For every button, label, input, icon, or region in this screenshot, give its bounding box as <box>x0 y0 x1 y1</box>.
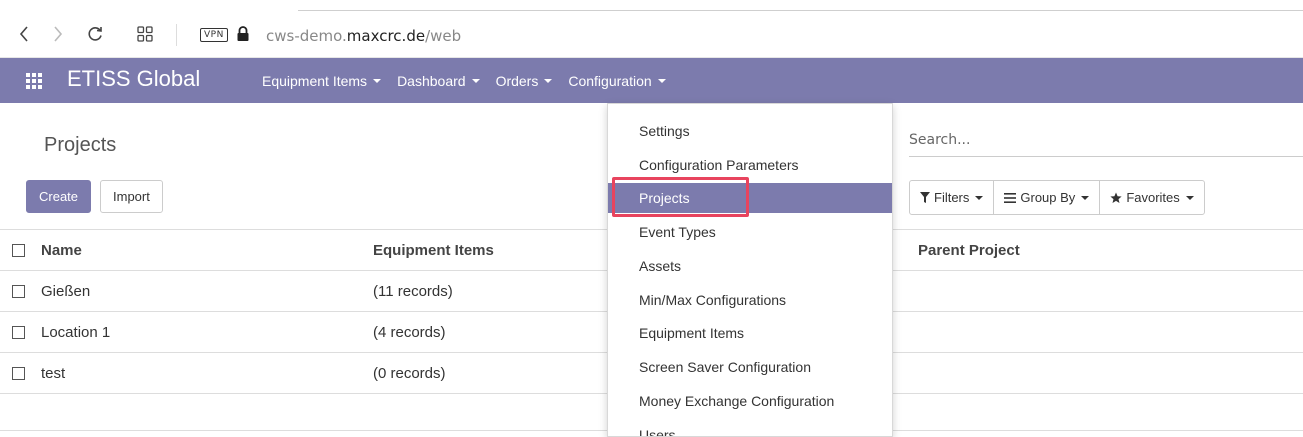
menu-item-configuration-parameters[interactable]: Configuration Parameters <box>608 150 892 180</box>
menu-item-event-types[interactable]: Event Types <box>608 217 892 247</box>
app-navbar: ETISS Global Equipment Items Dashboard O… <box>0 58 1303 103</box>
group-by-label: Group By <box>1020 190 1076 205</box>
url-prefix: cws-demo. <box>266 27 347 45</box>
tabs-grid-icon[interactable] <box>137 22 153 46</box>
search-placeholder: Search... <box>909 132 971 148</box>
url-domain: maxcrc.de <box>346 27 426 45</box>
brand-title[interactable]: ETISS Global <box>67 66 200 92</box>
cell-equipment-items: (11 records) <box>373 283 453 300</box>
create-button[interactable]: Create <box>26 180 92 213</box>
row-checkbox[interactable] <box>12 367 25 380</box>
address-bar[interactable]: cws-demo.maxcrc.de/web <box>266 27 461 45</box>
caret-down-icon <box>975 195 984 200</box>
menu-orders[interactable]: Orders <box>496 73 553 89</box>
cell-equipment-items: (0 records) <box>373 365 446 382</box>
menu-item-assets[interactable]: Assets <box>608 251 892 281</box>
vpn-badge[interactable]: VPN <box>200 28 228 42</box>
star-icon <box>1110 192 1122 203</box>
menu-item-money-exchange-configuration[interactable]: Money Exchange Configuration <box>608 386 892 416</box>
caret-down-icon <box>373 78 382 83</box>
main-menu: Equipment Items Dashboard Orders Configu… <box>262 58 682 103</box>
column-header-equipment-items[interactable]: Equipment Items <box>373 242 494 259</box>
menu-configuration[interactable]: Configuration <box>568 72 666 89</box>
lock-icon[interactable] <box>236 26 250 47</box>
column-header-name[interactable]: Name <box>41 242 82 259</box>
url-path: /web <box>425 27 462 45</box>
menu-label: Configuration <box>568 72 652 89</box>
cell-name: Gießen <box>41 283 91 300</box>
cell-name: Location 1 <box>41 324 111 341</box>
menu-item-screen-saver-configuration[interactable]: Screen Saver Configuration <box>608 352 892 382</box>
menu-dashboard[interactable]: Dashboard <box>397 73 480 89</box>
favorites-label: Favorites <box>1126 190 1180 205</box>
group-by-button[interactable]: Group By <box>994 181 1101 214</box>
select-all-checkbox[interactable] <box>12 244 25 257</box>
import-button[interactable]: Import <box>100 180 163 213</box>
filters-label: Filters <box>934 190 970 205</box>
cell-name: test <box>41 365 66 382</box>
cell-equipment-items: (4 records) <box>373 324 446 341</box>
column-header-parent-project[interactable]: Parent Project <box>918 242 1020 259</box>
menu-item-settings[interactable]: Settings <box>608 116 892 146</box>
caret-down-icon <box>544 78 553 83</box>
favorites-button[interactable]: Favorites <box>1100 181 1203 214</box>
caret-down-icon <box>1185 195 1194 200</box>
search-input[interactable]: Search... <box>909 119 1303 157</box>
filter-icon <box>920 192 930 203</box>
bars-icon <box>1004 192 1017 203</box>
forward-icon[interactable] <box>52 22 64 46</box>
menu-item-projects[interactable]: Projects <box>608 183 892 213</box>
menu-item-users[interactable]: Users <box>608 420 892 436</box>
browser-toolbar: VPN cws-demo.maxcrc.de/web <box>0 0 1303 58</box>
caret-down-icon <box>657 78 666 83</box>
menu-equipment-items[interactable]: Equipment Items <box>262 72 382 89</box>
toolbar-divider <box>176 24 177 46</box>
tab-strip-line <box>298 10 1303 11</box>
search-options: Filters Group By Favorites <box>909 180 1205 215</box>
configuration-dropdown: Settings Configuration Parameters Projec… <box>607 103 893 437</box>
row-checkbox[interactable] <box>12 285 25 298</box>
back-icon[interactable] <box>18 22 30 46</box>
page-title: Projects <box>44 134 117 156</box>
row-checkbox[interactable] <box>12 326 25 339</box>
reload-icon[interactable] <box>86 22 104 46</box>
filters-button[interactable]: Filters <box>910 181 995 214</box>
caret-down-icon <box>1081 195 1090 200</box>
caret-down-icon <box>471 78 480 83</box>
menu-item-equipment-items[interactable]: Equipment Items <box>608 318 892 348</box>
menu-label: Equipment Items <box>262 72 368 89</box>
menu-label: Dashboard <box>397 72 466 89</box>
menu-item-min-max-configurations[interactable]: Min/Max Configurations <box>608 285 892 315</box>
apps-menu-icon[interactable] <box>26 73 42 94</box>
menu-label: Orders <box>495 72 539 89</box>
